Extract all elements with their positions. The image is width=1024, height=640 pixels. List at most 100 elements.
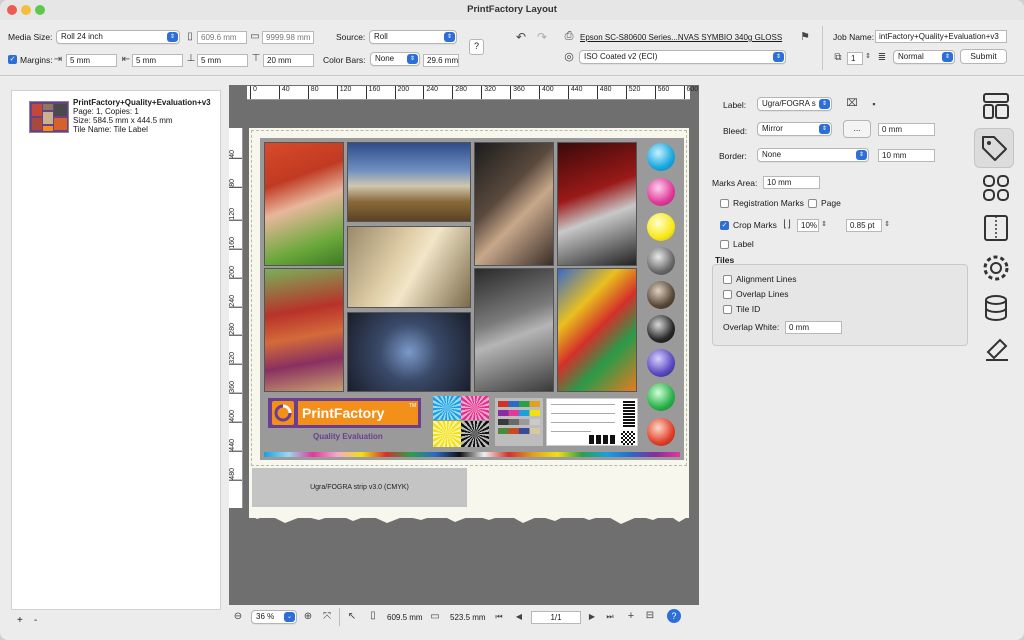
ruler-tick-label: 520 — [625, 86, 640, 99]
margin-bottom-field[interactable]: 5 mm — [197, 54, 248, 67]
eraser-icon[interactable] — [976, 332, 1016, 368]
ruler-tick-label: 400 — [539, 86, 554, 99]
ruler-tick-label: 480 — [596, 86, 611, 99]
color-bars-size-field[interactable]: 29.6 mm — [423, 54, 459, 67]
ruler-tick-label: 200 — [229, 265, 242, 279]
ugra-fogra-strip[interactable]: Ugra/FOGRA strip v3.0 (CMYK) — [252, 468, 467, 507]
database-icon[interactable] — [976, 292, 1016, 328]
crop-marks-checkbox[interactable]: ✓ — [720, 221, 729, 230]
fit-icon[interactable]: ⤧ — [321, 611, 333, 623]
last-page-icon[interactable]: ⏭ — [604, 611, 616, 623]
page-split-icon[interactable] — [976, 212, 1016, 248]
layout-panel-icon[interactable] — [976, 90, 1016, 126]
redo-icon[interactable]: ↷ — [535, 31, 549, 43]
bottom-height: 523.5 mm — [450, 613, 486, 622]
margin-top-field[interactable]: 5 mm — [66, 54, 117, 67]
label-options-icon[interactable]: ⌧ — [845, 98, 859, 110]
cyan-patch — [647, 143, 675, 171]
yellow-patch — [647, 213, 675, 241]
label-save-icon[interactable]: ▪ — [868, 98, 880, 110]
margin-left-field[interactable]: 5 mm — [132, 54, 183, 67]
copies-stepper[interactable]: ⇕ — [864, 51, 872, 63]
undo-icon[interactable]: ↶ — [514, 31, 528, 43]
overlap-lines-checkbox[interactable] — [723, 290, 732, 299]
tile-id-checkbox[interactable] — [723, 305, 732, 314]
zoom-select[interactable]: 36 % ⌄ — [251, 610, 297, 624]
color-profile-select[interactable]: ISO Coated v2 (ECI) ⇕ — [579, 50, 786, 64]
printer-icon: ⎙ — [564, 30, 574, 42]
marks-area-field[interactable]: 10 mm — [763, 176, 820, 189]
previous-page-icon[interactable]: ◀ — [513, 611, 525, 623]
job-name-field[interactable]: intFactory+Quality+Evaluation+v3 — [875, 30, 1007, 43]
height-field[interactable]: 9999.98 mm — [262, 31, 314, 44]
margins-label: Margins: — [20, 55, 53, 65]
label-select[interactable]: Ugra/FOGRA s ⇕ — [757, 97, 832, 111]
page-field[interactable]: 1/1 — [531, 611, 581, 624]
printer-name-link[interactable]: Epson SC-S80600 Series...NVAS SYMBIO 340… — [580, 32, 782, 44]
app-window: PrintFactory Layout Media Size: Roll 24 … — [0, 0, 1024, 640]
label-checkbox[interactable] — [720, 240, 729, 249]
next-page-icon[interactable]: ▶ — [586, 611, 598, 623]
page-height-icon: ▯ — [370, 610, 376, 621]
crop-marks-label: Crop Marks — [733, 220, 777, 230]
job-thumbnail[interactable] — [29, 101, 69, 133]
bleed-size-field[interactable]: 0 mm — [878, 123, 935, 136]
add-page-button[interactable]: + — [625, 610, 637, 622]
overlap-white-field[interactable]: 0 mm — [785, 321, 842, 334]
bleed-more-button[interactable]: ... — [843, 120, 871, 138]
color-profile-icon: ◎ — [564, 51, 574, 63]
job-info-card — [546, 398, 638, 446]
tag-panel-icon[interactable] — [974, 128, 1014, 168]
help-circle-icon[interactable]: ? — [667, 609, 681, 623]
margin-bottom-icon: ⊥ — [186, 53, 196, 64]
submit-button[interactable]: Submit — [960, 49, 1007, 64]
color-bars-select[interactable]: None ⇕ — [370, 52, 420, 66]
close-window-button[interactable] — [7, 5, 17, 15]
photo-colored-pencils — [557, 268, 637, 392]
photo-motorcycle — [557, 142, 637, 266]
first-page-icon[interactable]: ⏮ — [493, 611, 505, 623]
priority-select[interactable]: Normal ⇕ — [893, 50, 955, 64]
width-field[interactable]: 609.6 mm — [197, 31, 247, 44]
label-label: Label: — [723, 100, 747, 110]
bleed-select[interactable]: Mirror ⇕ — [757, 122, 832, 136]
tiles-panel-icon[interactable] — [976, 172, 1016, 208]
ruler-tick-label: 280 — [229, 323, 242, 337]
bleed-value: Mirror — [762, 124, 783, 133]
ruler-tick-label: 120 — [229, 207, 242, 221]
margin-right-field[interactable]: 20 mm — [263, 54, 314, 67]
rotate-icon[interactable]: ↖ — [346, 611, 358, 623]
zoom-out-icon[interactable]: ⊖ — [232, 611, 244, 623]
crop-percent-stepper[interactable]: ⇕ — [820, 219, 828, 231]
margins-checkbox[interactable]: ✓ — [8, 55, 17, 64]
chevron-updown-icon: ⇕ — [819, 99, 830, 109]
toolbar-divider — [822, 26, 823, 70]
gear-icon[interactable] — [976, 252, 1016, 288]
zoom-in-icon[interactable]: ⊕ — [302, 611, 314, 623]
page-checkbox[interactable] — [808, 199, 817, 208]
checkered-flag-icon[interactable]: ⚑ — [797, 31, 813, 43]
add-job-button[interactable]: + — [17, 615, 23, 627]
border-select[interactable]: None ⇕ — [757, 148, 869, 162]
brown-patch — [647, 281, 675, 309]
registration-marks-checkbox[interactable] — [720, 199, 729, 208]
media-size-value: Roll 24 inch — [61, 32, 103, 41]
copies-icon: ⧉ — [834, 52, 842, 63]
alignment-lines-checkbox[interactable] — [723, 275, 732, 284]
vertical-ruler: 40 80 120 160 200 240 280 320 360 400 440 480 — [229, 128, 243, 508]
crop-pt-field[interactable]: 0.85 pt — [846, 219, 882, 232]
help-button[interactable]: ? — [469, 39, 484, 55]
photo-fruit — [264, 268, 344, 392]
minimize-window-button[interactable] — [21, 5, 31, 15]
page-options-icon[interactable]: ⊟ — [643, 610, 657, 622]
border-size-field[interactable]: 10 mm — [878, 149, 935, 162]
copies-field[interactable]: 1 — [847, 52, 863, 65]
zoom-window-button[interactable] — [35, 5, 45, 15]
ruler-tick-label: 80 — [229, 178, 242, 188]
media-size-select[interactable]: Roll 24 inch ⇕ — [56, 30, 180, 44]
source-select[interactable]: Roll ⇕ — [369, 30, 457, 44]
remove-job-button[interactable]: - — [34, 615, 37, 627]
crop-pt-stepper[interactable]: ⇕ — [883, 219, 891, 231]
border-value: None — [762, 150, 782, 159]
crop-percent-field[interactable]: 10% — [797, 219, 819, 232]
